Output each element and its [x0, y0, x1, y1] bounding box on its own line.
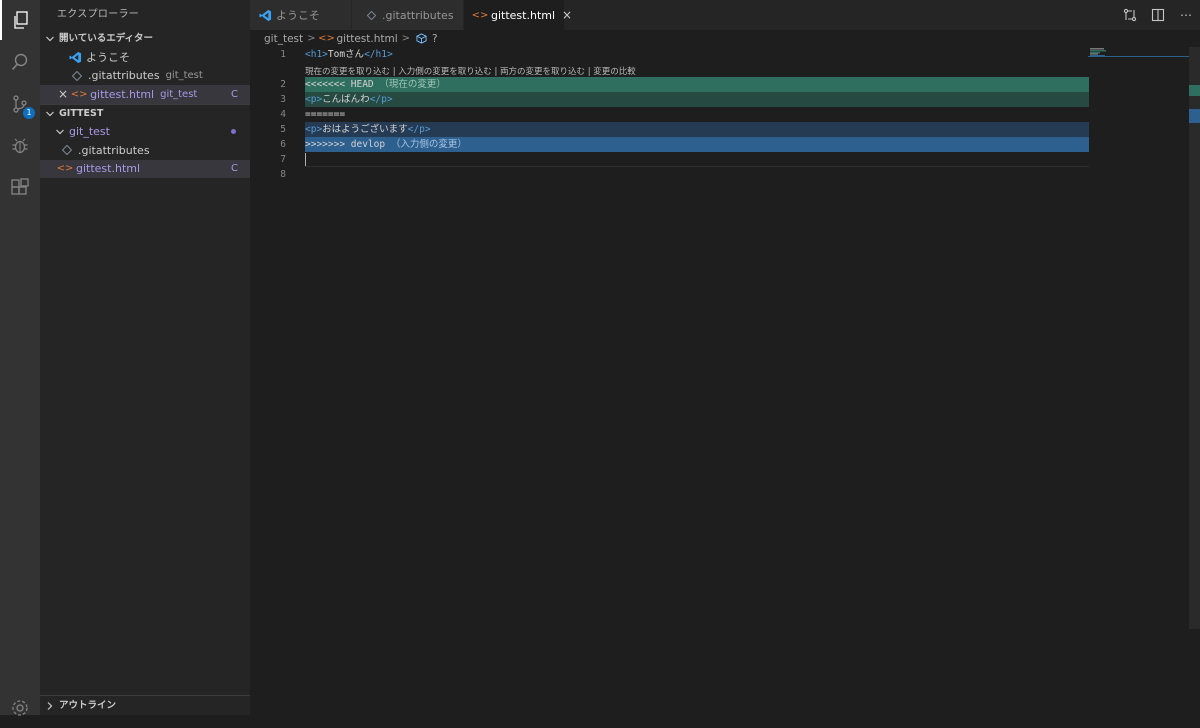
vertical-scrollbar[interactable] [1189, 47, 1200, 715]
minimap[interactable] [1088, 47, 1189, 715]
line-number: 7 [280, 154, 286, 165]
line-number: 6 [280, 139, 286, 150]
chevron-right-icon [44, 700, 56, 712]
tab-gittest-html[interactable]: <> gittest.html × [464, 0, 572, 30]
open-changes-icon[interactable] [1116, 8, 1144, 22]
html-file-icon: <> [56, 163, 74, 175]
explorer-icon[interactable] [0, 0, 40, 40]
close-icon[interactable]: × [58, 87, 68, 101]
code-editor[interactable]: 1 2 3 4 5 6 7 8 <h1>Tomさん</h1> 現在の変更を取り込… [250, 47, 1200, 715]
line-number: 8 [280, 169, 286, 180]
more-actions-icon[interactable]: ⋯ [1172, 8, 1200, 22]
git-file-icon [364, 8, 378, 22]
tab-label: ようこそ [276, 9, 320, 22]
scm-badge: 1 [23, 107, 35, 119]
folder-git-test[interactable]: git_test [40, 123, 250, 142]
debug-icon[interactable] [0, 126, 40, 166]
html-file-icon: <> [318, 33, 335, 44]
editor-tabs: ようこそ .gitattributes <> gittest.html × ⋯ [250, 0, 1200, 30]
tab-label: gittest.html [491, 8, 556, 22]
chevron-right-icon: > [401, 33, 411, 44]
open-editor-label: ようこそ [86, 51, 130, 65]
chevron-down-icon [54, 126, 66, 138]
line-number: 2 [280, 79, 286, 90]
file-gittest-html[interactable]: <> gittest.html C [40, 159, 250, 178]
open-editor-label: .gitattributes [88, 69, 160, 83]
html-file-icon: <> [70, 88, 88, 100]
text-cursor [305, 153, 306, 166]
split-editor-icon[interactable] [1144, 8, 1172, 22]
line-number: 1 [280, 49, 286, 60]
conflict-separator[interactable]: ======= [305, 107, 1089, 122]
code-line-8[interactable] [305, 167, 1089, 182]
vscode-logo-icon [258, 8, 272, 22]
source-control-icon[interactable]: 1 [0, 84, 40, 124]
conflict-current-header[interactable]: <<<<<<< HEAD （現在の変更） [305, 77, 1089, 92]
open-editor-folder: git_test [165, 70, 203, 82]
file-gitattributes[interactable]: .gitattributes [40, 141, 250, 160]
vscode-logo-icon [68, 50, 82, 64]
code-line-current[interactable] [305, 152, 1089, 167]
open-editors-header[interactable]: 開いているエディター [40, 30, 250, 48]
explorer-sidebar: エクスプローラー 開いているエディター ようこそ .gitattributes … [40, 0, 250, 715]
file-label: gittest.html [76, 162, 141, 176]
chevron-down-icon [44, 33, 56, 45]
open-editor-label: gittest.html [90, 87, 155, 101]
tab-gitattributes[interactable]: .gitattributes [352, 0, 464, 30]
breadcrumb: git_test > <> gittest.html > ? [250, 30, 1200, 47]
extensions-icon[interactable] [0, 168, 40, 208]
breadcrumb-symbol[interactable]: ? [432, 33, 438, 45]
settings-gear-icon[interactable] [0, 688, 40, 728]
breadcrumb-folder[interactable]: git_test [264, 33, 303, 45]
line-number: 3 [280, 94, 286, 105]
conflict-incoming-body[interactable]: <p>おはようございます</p> [305, 122, 1089, 137]
activity-bar: 1 [0, 0, 40, 716]
open-editor-gittest-html[interactable]: × <> gittest.html git_test C [40, 85, 250, 104]
chevron-right-icon: > [307, 33, 316, 44]
html-file-icon: <> [471, 9, 489, 21]
workspace-header[interactable]: GITTEST [40, 103, 250, 123]
search-icon[interactable] [0, 42, 40, 82]
close-icon[interactable]: × [562, 8, 572, 22]
tab-label: .gitattributes [382, 8, 454, 22]
editor-actions: ⋯ [1116, 0, 1200, 30]
chevron-down-icon [44, 108, 56, 120]
folder-label: git_test [69, 125, 110, 139]
line-number: 4 [280, 109, 286, 120]
explorer-title: エクスプローラー [57, 9, 140, 20]
conflict-current-body[interactable]: <p>こんばんわ</p> [305, 92, 1089, 107]
symbol-cube-icon [414, 32, 428, 46]
git-file-icon [60, 143, 74, 157]
conflict-status-badge: C [231, 163, 238, 175]
line-number: 5 [280, 124, 286, 135]
breadcrumb-file[interactable]: gittest.html [337, 33, 398, 45]
open-editor-welcome[interactable]: ようこそ [40, 48, 250, 67]
conflict-status-badge: C [231, 88, 238, 100]
code-line-1[interactable]: <h1>Tomさん</h1> [305, 47, 1089, 62]
open-editor-folder: git_test [160, 88, 198, 100]
file-label: .gitattributes [78, 143, 150, 157]
git-file-icon [70, 69, 84, 83]
modified-dot-icon [231, 129, 236, 135]
conflict-incoming-header[interactable]: >>>>>>> devlop （入力側の変更） [305, 137, 1089, 152]
open-editor-gitattributes[interactable]: .gitattributes git_test [40, 67, 250, 86]
tab-welcome[interactable]: ようこそ [250, 0, 352, 30]
outline-header[interactable]: アウトライン [40, 695, 250, 715]
